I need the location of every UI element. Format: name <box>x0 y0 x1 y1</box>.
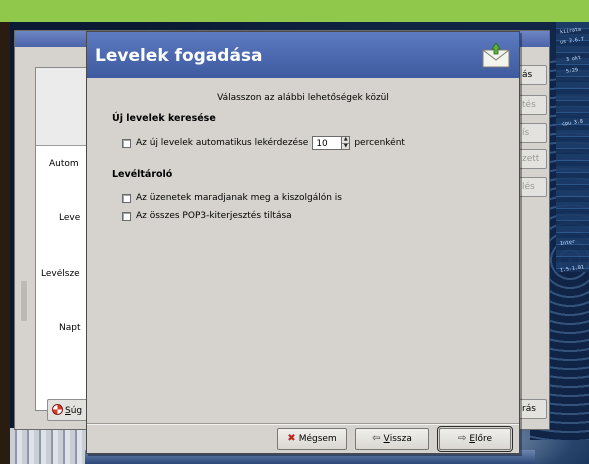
cancel-button[interactable]: ✖ Mégsem <box>277 428 347 450</box>
back-button[interactable]: ⇦ Vissza <box>355 428 429 450</box>
background-label: Leve <box>59 213 81 223</box>
auto-check-label[interactable]: Az új levelek automatikus lekérdezése <box>136 138 308 148</box>
section-mailbox-title: Levéltároló <box>112 169 173 180</box>
background-label: Autom <box>49 159 79 169</box>
desktop-left-band <box>0 22 10 464</box>
background-label: Napt <box>59 323 81 333</box>
section-new-mail-title: Új levelek keresése <box>112 113 216 124</box>
auto-check-checkbox[interactable] <box>122 138 131 148</box>
lifebuoy-icon <box>52 404 63 415</box>
dialog-button-separator <box>87 423 519 425</box>
forward-button[interactable]: ⇨ Előre <box>437 426 513 452</box>
mail-envelope-icon <box>482 42 510 68</box>
disable-pop3-checkbox[interactable] <box>122 211 131 221</box>
dialog-header: Levelek fogadása <box>87 32 519 78</box>
background-bottom-right-button[interactable]: rás <box>517 399 547 419</box>
forward-label-rest: lőre <box>475 434 493 444</box>
background-scrollbar[interactable] <box>21 281 27 321</box>
background-side-button[interactable]: tés <box>517 95 547 115</box>
interval-spinner[interactable]: ▲ ▼ <box>312 136 351 150</box>
taskbar-thumbnails[interactable] <box>10 428 90 464</box>
disable-pop3-row: Az összes POP3-kiterjesztés tiltása <box>122 209 292 223</box>
x-icon: ✖ <box>287 433 296 444</box>
interval-spin-buttons[interactable]: ▲ ▼ <box>342 136 351 150</box>
background-side-button[interactable]: zett <box>517 149 547 169</box>
desktop-top-band <box>0 0 589 22</box>
leave-on-server-row: Az üzenetek maradjanak meg a kiszolgálón… <box>122 191 342 205</box>
interval-suffix: percenként <box>354 138 405 148</box>
leave-on-server-checkbox[interactable] <box>122 193 131 203</box>
help-label-rest: úg <box>70 406 83 416</box>
cancel-button-label: Mégsem <box>298 434 337 444</box>
dialog-body: Válasszon az alábbi lehetőségek közül Új… <box>87 78 519 423</box>
spin-down-icon[interactable]: ▼ <box>342 142 350 150</box>
dialog-instruction: Válasszon az alábbi lehetőségek közül <box>217 93 389 103</box>
background-label: Levélsze <box>41 269 80 279</box>
leave-on-server-label[interactable]: Az üzenetek maradjanak meg a kiszolgálón… <box>136 193 342 203</box>
disable-pop3-label[interactable]: Az összes POP3-kiterjesztés tiltása <box>136 211 292 221</box>
arrow-right-icon: ⇨ <box>457 433 467 444</box>
background-side-button[interactable]: lés <box>517 177 547 197</box>
receive-mail-dialog: Levelek fogadása Válasszon az alábbi leh… <box>86 31 520 454</box>
background-side-button[interactable]: ás <box>517 65 547 85</box>
interval-input[interactable] <box>312 136 343 150</box>
auto-check-row: Az új levelek automatikus lekérdezése ▲ … <box>122 136 405 150</box>
background-side-button[interactable]: ís <box>517 123 547 143</box>
back-label-rest: issza <box>389 434 412 444</box>
dialog-title: Levelek fogadása <box>95 46 263 66</box>
arrow-left-icon: ⇦ <box>372 433 381 444</box>
